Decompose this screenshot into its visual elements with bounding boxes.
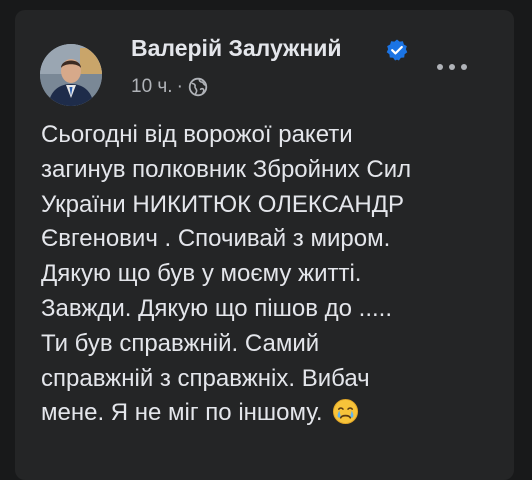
post-text-line: Сьогодні від ворожої ракети: [41, 121, 353, 148]
more-options-icon: [437, 64, 467, 70]
post-text-last-line: мене. Я не міг по іншому.: [41, 396, 511, 431]
post-timestamp[interactable]: 10 ч.: [131, 76, 173, 98]
author-name[interactable]: Валерій Залужний: [131, 35, 342, 62]
more-options-button[interactable]: [432, 54, 472, 80]
author-avatar[interactable]: [40, 44, 102, 106]
globe-icon[interactable]: [188, 77, 208, 97]
post-text-line: Євгенович . Спочивай з миром.: [41, 225, 391, 253]
post-text-line: Завжди. Дякую що пішов до .....: [41, 294, 393, 322]
post-text-line: загинув полковник Збройних Сил: [41, 155, 412, 183]
post-text-line: мене. Я не міг по іншому.: [41, 399, 323, 427]
meta-separator: ·: [176, 76, 183, 97]
verified-badge-icon: [386, 39, 408, 61]
profile-photo-icon: [40, 44, 102, 106]
post-meta: 10 ч. ·: [131, 74, 208, 100]
post-text-line: України НИКИТЮК ОЛЕКСАНДР: [41, 190, 404, 218]
post-text-line: Ти був справжній. Самий: [41, 329, 320, 357]
post-text-line: Дякую що був у моєму житті.: [41, 260, 362, 288]
post-body-text: Сьогодні від ворожої ракети загинув полк…: [41, 118, 511, 431]
crying-face-emoji-icon: [333, 399, 359, 425]
post-text-line: справжній з справжніх. Вибач: [41, 364, 370, 392]
